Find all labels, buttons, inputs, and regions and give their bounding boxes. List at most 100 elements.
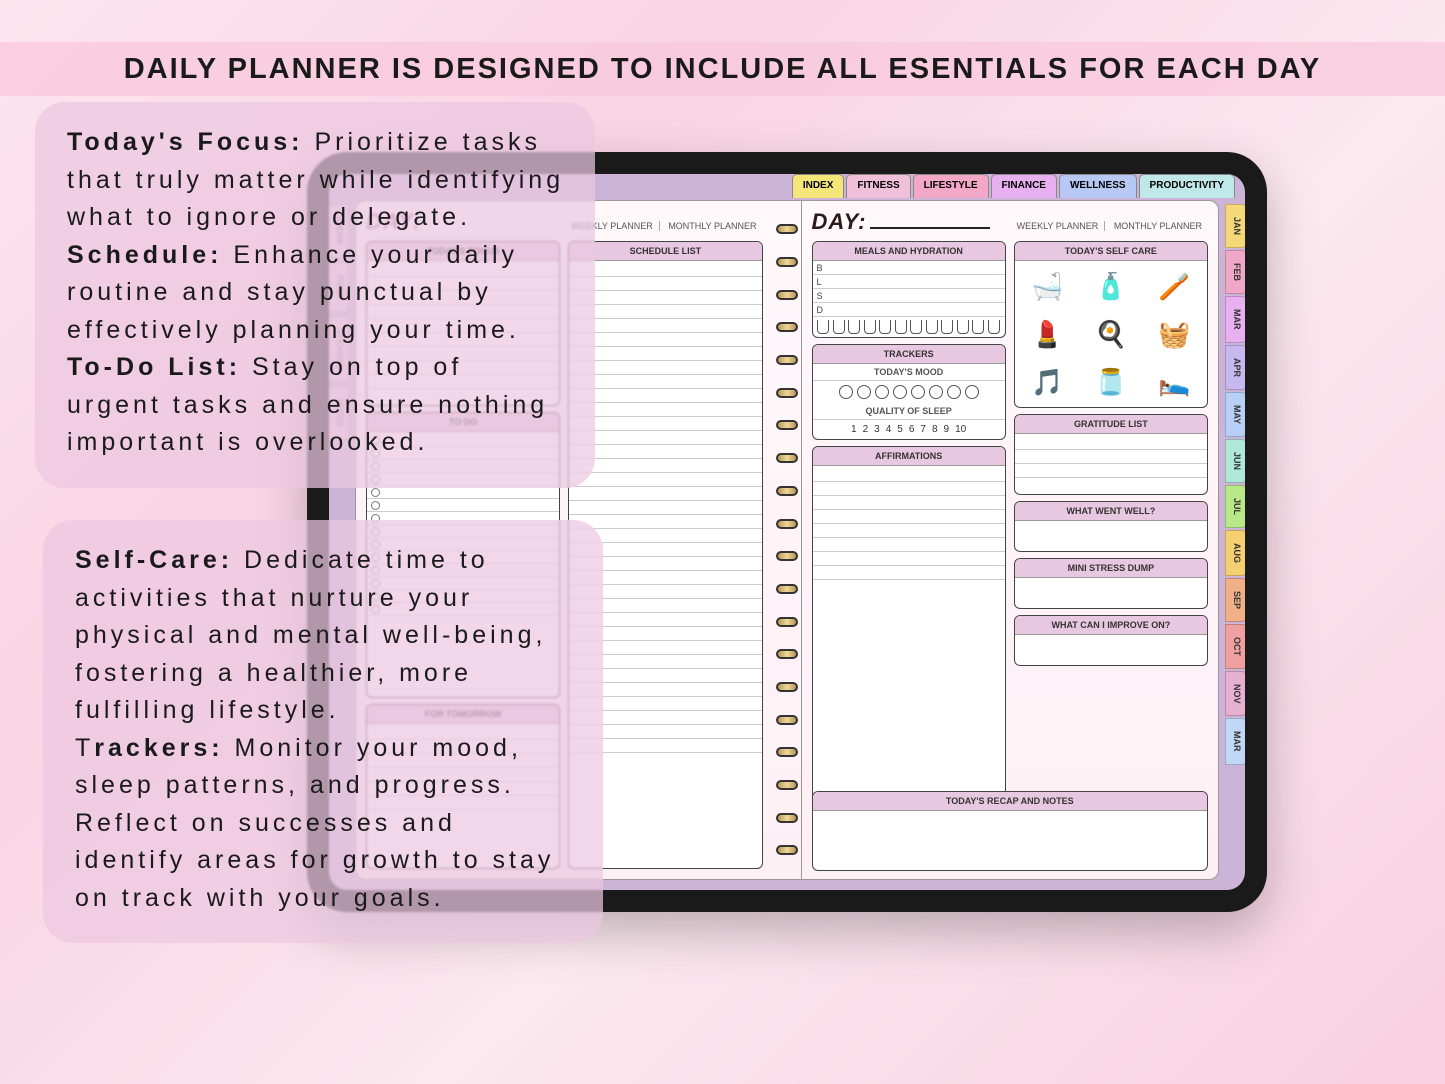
spiral-ring — [776, 486, 798, 496]
selfcare-icons[interactable]: 🛁 🧴 🪥 💄 🍳 🧺 🎵 🫙 🛌 — [1015, 261, 1207, 407]
month-tab-jan[interactable]: JAN — [1225, 204, 1245, 248]
mood-circle[interactable] — [947, 385, 961, 399]
bath-icon[interactable]: 🛁 — [1026, 265, 1068, 307]
trackers-head: TRACKERS — [813, 345, 1005, 364]
month-tab-mar[interactable]: MAR — [1225, 718, 1245, 765]
stress-box[interactable]: MINI STRESS DUMP — [1014, 558, 1208, 609]
callout-text: Self-Care: Dedicate time to activities t… — [75, 542, 573, 917]
todo-item[interactable] — [367, 499, 559, 512]
sleep-icon[interactable]: 🛌 — [1153, 361, 1195, 403]
sleep-rating-2[interactable]: 2 — [863, 424, 869, 435]
sleep-rating-9[interactable]: 9 — [944, 424, 950, 435]
weekly-link[interactable]: WEEKLY PLANNER — [1011, 221, 1106, 231]
water-cup[interactable] — [988, 320, 1000, 334]
monthly-link[interactable]: MONTHLY PLANNER — [662, 221, 762, 231]
todo-item[interactable] — [367, 486, 559, 499]
mood-circle[interactable] — [857, 385, 871, 399]
recap-head: TODAY'S RECAP AND NOTES — [813, 792, 1208, 811]
gratitude-box[interactable]: GRATITUDE LIST — [1014, 414, 1208, 495]
selfcare-box[interactable]: TODAY'S SELF CARE 🛁 🧴 🪥 💄 🍳 🧺 🎵 🫙 — [1014, 241, 1208, 408]
selfcare-head: TODAY'S SELF CARE — [1015, 242, 1207, 261]
toothbrush-icon[interactable]: 🪥 — [1153, 265, 1195, 307]
spiral-ring — [776, 420, 798, 430]
top-tab-lifestyle[interactable]: LIFESTYLE — [913, 174, 989, 198]
mood-circle[interactable] — [911, 385, 925, 399]
laundry-icon[interactable]: 🧺 — [1153, 313, 1195, 355]
water-cup[interactable] — [957, 320, 969, 334]
sleep-rating-5[interactable]: 5 — [897, 424, 903, 435]
top-tab-productivity[interactable]: PRODUCTIVITY — [1139, 174, 1235, 198]
schedule-head: SCHEDULE LIST — [569, 242, 761, 261]
spiral-ring — [776, 780, 798, 790]
skincare-icon[interactable]: 🧴 — [1090, 265, 1132, 307]
jar-icon[interactable]: 🫙 — [1090, 361, 1132, 403]
month-tab-may[interactable]: MAY — [1225, 392, 1245, 437]
music-icon[interactable]: 🎵 — [1026, 361, 1068, 403]
water-cup[interactable] — [926, 320, 938, 334]
water-cup[interactable] — [864, 320, 876, 334]
sleep-rating-4[interactable]: 4 — [886, 424, 892, 435]
sleep-scale[interactable]: 123456789 10 — [813, 420, 1005, 439]
spiral-ring — [776, 617, 798, 627]
month-tab-jul[interactable]: JUL — [1225, 485, 1245, 528]
month-tab-oct[interactable]: OCT — [1225, 624, 1245, 669]
month-tab-aug[interactable]: AUG — [1225, 530, 1245, 576]
water-cup[interactable] — [833, 320, 845, 334]
mood-circle[interactable] — [929, 385, 943, 399]
sleep-rating-1[interactable]: 1 — [851, 424, 857, 435]
mood-circle[interactable] — [875, 385, 889, 399]
makeup-icon[interactable]: 💄 — [1026, 313, 1068, 355]
well-box[interactable]: WHAT WENT WELL? — [1014, 501, 1208, 552]
water-cup[interactable] — [972, 320, 984, 334]
month-tab-sep[interactable]: SEP — [1225, 578, 1245, 622]
improve-box[interactable]: WHAT CAN I IMPROVE ON? — [1014, 615, 1208, 666]
mood-circle[interactable] — [839, 385, 853, 399]
sleep-rating-3[interactable]: 3 — [874, 424, 880, 435]
sleep-rating-8[interactable]: 8 — [932, 424, 938, 435]
top-tab-finance[interactable]: FINANCE — [991, 174, 1057, 198]
month-tab-feb[interactable]: FEB — [1225, 250, 1245, 294]
month-tab-jun[interactable]: JUN — [1225, 439, 1245, 483]
month-tab-mar[interactable]: MAR — [1225, 296, 1245, 343]
monthly-link[interactable]: MONTHLY PLANNER — [1108, 221, 1208, 231]
water-cup[interactable] — [941, 320, 953, 334]
sleep-label: QUALITY OF SLEEP — [813, 403, 1005, 420]
month-tab-apr[interactable]: APR — [1225, 345, 1245, 390]
meals-head: MEALS AND HYDRATION — [813, 242, 1005, 261]
title-bar: DAILY PLANNER IS DESIGNED TO INCLUDE ALL… — [0, 42, 1445, 96]
sleep-rating-6[interactable]: 6 — [909, 424, 915, 435]
mood-circle[interactable] — [893, 385, 907, 399]
top-tabs: INDEXFITNESSLIFESTYLEFINANCEWELLNESSPROD… — [792, 174, 1235, 198]
meals-box[interactable]: MEALS AND HYDRATION B L S D — [812, 241, 1006, 338]
water-cup[interactable] — [817, 320, 829, 334]
water-cup[interactable] — [879, 320, 891, 334]
sleep-rating-10[interactable]: 10 — [955, 424, 966, 435]
callout-text: Today's Focus: Prioritize tasks that tru… — [67, 124, 565, 462]
day-label-right[interactable]: DAY: — [812, 209, 991, 235]
gratitude-head: GRATITUDE LIST — [1015, 415, 1207, 434]
stress-head: MINI STRESS DUMP — [1015, 559, 1207, 578]
month-tab-nov[interactable]: NOV — [1225, 671, 1245, 717]
spiral-ring — [776, 682, 798, 692]
spiral-ring — [776, 355, 798, 365]
spiral-ring — [776, 224, 798, 234]
page-links-right: WEEKLY PLANNER MONTHLY PLANNER — [1011, 221, 1208, 231]
spiral-ring — [776, 453, 798, 463]
top-tab-index[interactable]: INDEX — [792, 174, 845, 198]
trackers-box[interactable]: TRACKERS TODAY'S MOOD QUALITY OF SLEEP 1… — [812, 344, 1006, 440]
affirm-head: AFFIRMATIONS — [813, 447, 1005, 466]
recap-box[interactable]: TODAY'S RECAP AND NOTES — [812, 791, 1209, 871]
mood-label: TODAY'S MOOD — [813, 364, 1005, 381]
water-cup[interactable] — [895, 320, 907, 334]
top-tab-fitness[interactable]: FITNESS — [846, 174, 910, 198]
water-cup[interactable] — [910, 320, 922, 334]
hydration-cups[interactable] — [813, 317, 1005, 337]
mood-circles[interactable] — [813, 381, 1005, 403]
spiral-ring — [776, 715, 798, 725]
sleep-rating-7[interactable]: 7 — [920, 424, 926, 435]
water-cup[interactable] — [848, 320, 860, 334]
cooking-icon[interactable]: 🍳 — [1090, 313, 1132, 355]
top-tab-wellness[interactable]: WELLNESS — [1059, 174, 1137, 198]
mood-circle[interactable] — [965, 385, 979, 399]
spiral-ring — [776, 290, 798, 300]
